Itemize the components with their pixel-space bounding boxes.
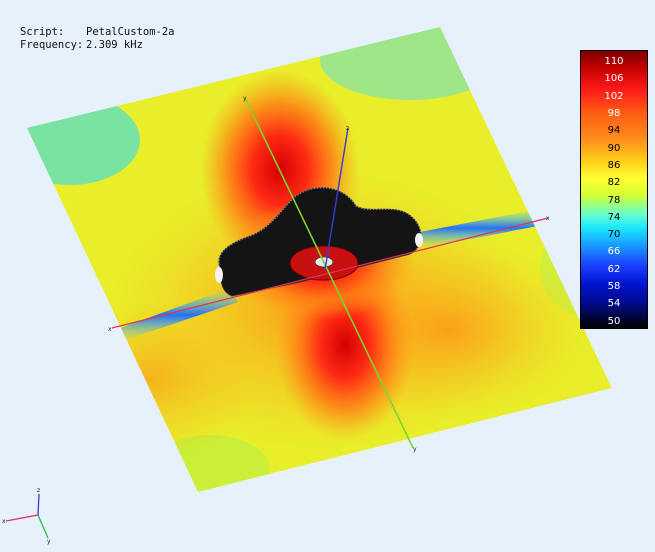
triad-y-label: y [47, 538, 51, 545]
3d-viewport[interactable]: x x y y z [0, 0, 655, 552]
legend-value: 62 [607, 263, 621, 275]
legend-value: 70 [607, 229, 621, 241]
legend-value: 58 [607, 281, 621, 293]
legend-value: 54 [607, 298, 621, 310]
color-scale-legend: 110 106 102 98 94 90 86 82 78 74 70 66 62 58 54 50 [580, 50, 648, 329]
legend-value: 50 [607, 315, 621, 327]
z-axis-label: z [346, 125, 349, 132]
legend-value: 78 [607, 194, 621, 206]
legend-value: 90 [607, 142, 621, 154]
legend-value: 74 [607, 211, 621, 223]
legend-value: 82 [607, 177, 621, 189]
legend-value: 94 [607, 125, 621, 137]
triad-z-axis [37, 493, 40, 516]
triad-z-label: z [37, 487, 40, 494]
legend-value: 110 [604, 56, 624, 67]
x-axis-label-pos: x [546, 215, 550, 222]
triad-x-label: x [2, 518, 6, 525]
y-axis-label-neg: y [243, 95, 247, 102]
orientation-triad: x y z [2, 487, 51, 545]
x-axis-label-neg: x [108, 326, 112, 333]
legend-value: 86 [607, 159, 621, 171]
legend-value: 66 [607, 246, 621, 258]
triad-x-axis [5, 514, 39, 522]
legend-value: 98 [607, 107, 621, 119]
triad-y-axis [37, 514, 49, 539]
y-axis-label-pos: y [413, 446, 417, 453]
legend-value: 102 [604, 90, 624, 102]
legend-value: 106 [604, 73, 624, 85]
